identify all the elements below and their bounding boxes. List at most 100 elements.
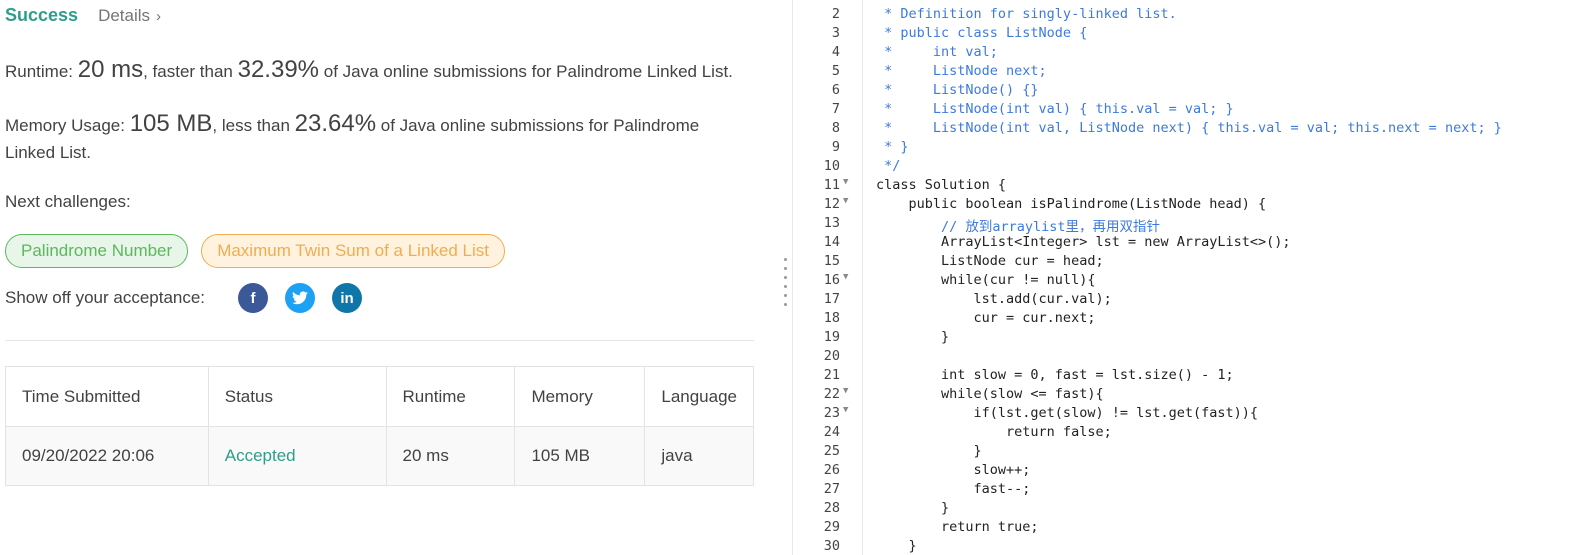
code-text: int slow = 0, fast = lst.size() - 1; [876,367,1234,383]
cell-runtime: 20 ms [385,426,516,486]
details-link[interactable]: Details › [98,6,161,26]
code-text: return true; [876,519,1039,535]
code-line[interactable]: 11 ▼ class Solution { [793,177,1576,196]
line-number: 10 [823,158,840,174]
cell-time: 09/20/2022 20:06 [5,426,209,486]
fold-arrow-icon[interactable]: ▼ [843,405,848,415]
next-challenges-label: Next challenges: [5,192,131,211]
code-text: while(slow <= fast){ [876,386,1104,402]
code-text: * ListNode() {} [876,82,1039,98]
challenge-palindrome-number[interactable]: Palindrome Number [5,234,189,268]
code-line[interactable]: 15 ListNode cur = head; [793,253,1576,272]
twitter-icon[interactable] [285,283,316,313]
code-line[interactable]: 10 */ [793,158,1576,177]
code-line[interactable]: 3 * public class ListNode { [793,25,1576,44]
code-line[interactable]: 18 cur = cur.next; [793,310,1576,329]
line-number: 9 [831,139,840,155]
code-line[interactable]: 4 * int val; [793,44,1576,63]
code-text: } [876,500,950,516]
code-line[interactable]: 2 * Definition for singly-linked list. [793,6,1576,25]
share-row: Show off your acceptance: f in [5,283,363,313]
code-line[interactable]: 8 * ListNode(int val, ListNode next) { t… [793,120,1576,139]
line-number: 27 [823,481,840,497]
runtime-tail: of Java online submissions for Palindrom… [319,62,733,81]
fold-arrow-icon[interactable]: ▼ [843,196,848,206]
line-number: 8 [831,120,840,136]
memory-value: 105 MB [129,110,213,137]
memory-percent: 23.64% [294,110,377,137]
twitter-bird-glyph [292,291,309,305]
code-line[interactable]: 29 return true; [793,519,1576,538]
runtime-percent: 32.39% [237,56,320,83]
line-number: 5 [831,63,840,79]
linkedin-icon[interactable]: in [332,283,363,313]
line-number: 17 [823,291,840,307]
code-line[interactable]: 9 * } [793,139,1576,158]
line-number: 25 [823,443,840,459]
code-text: if(lst.get(slow) != lst.get(fast)){ [876,405,1259,421]
line-number: 15 [823,253,840,269]
line-number: 14 [823,234,840,250]
line-number: 24 [823,424,840,440]
cell-language: java [644,426,754,486]
code-text: * ListNode(int val) { this.val = val; } [876,101,1234,117]
code-line[interactable]: 21 int slow = 0, fast = lst.size() - 1; [793,367,1576,386]
code-text: fast--; [876,481,1031,497]
code-text: ArrayList<Integer> lst = new ArrayList<>… [876,234,1291,250]
code-text: * public class ListNode { [876,25,1088,41]
code-line[interactable]: 30 } [793,538,1576,555]
line-number: 19 [823,329,840,345]
code-line[interactable]: 19 } [793,329,1576,348]
code-text: cur = cur.next; [876,310,1096,326]
code-line[interactable]: 25 } [793,443,1576,462]
header-memory: Memory [514,366,646,427]
header-time-submitted: Time Submitted [5,366,209,427]
code-text: * ListNode(int val, ListNode next) { thi… [876,120,1502,136]
line-number: 22 [823,386,840,402]
code-text: } [876,443,982,459]
memory-tail: of Java online submissions for Palindrom… [376,116,700,135]
code-line[interactable]: 5 * ListNode next; [793,63,1576,82]
code-editor[interactable]: 2 * Definition for singly-linked list. 3 … [793,0,1576,555]
code-line[interactable]: 26 slow++; [793,462,1576,481]
challenge-max-twin-sum[interactable]: Maximum Twin Sum of a Linked List [201,234,505,268]
code-line[interactable]: 23 ▼ if(lst.get(slow) != lst.get(fast)){ [793,405,1576,424]
runtime-mid: , faster than [143,62,238,81]
code-line[interactable]: 24 return false; [793,424,1576,443]
table-header-row: Time Submitted Status Runtime Memory Lan… [5,366,754,427]
line-number: 21 [823,367,840,383]
line-number: 13 [823,215,840,231]
code-line[interactable]: 7 * ListNode(int val) { this.val = val; … [793,101,1576,120]
code-text: while(cur != null){ [876,272,1096,288]
code-line[interactable]: 28 } [793,500,1576,519]
code-line[interactable]: 16 ▼ while(cur != null){ [793,272,1576,291]
code-line[interactable]: 13 // 放到arraylist里，再用双指针 [793,215,1576,235]
line-number: 29 [823,519,840,535]
memory-summary: Memory Usage: 105 MB, less than 23.64% o… [5,110,699,166]
line-number: 26 [823,462,840,478]
fold-arrow-icon[interactable]: ▼ [843,272,848,282]
fold-arrow-icon[interactable]: ▼ [843,386,848,396]
line-number: 3 [831,25,840,41]
code-line[interactable]: 27 fast--; [793,481,1576,500]
cell-status-link[interactable]: Accepted [207,426,387,486]
code-line[interactable]: 17 lst.add(cur.val); [793,291,1576,310]
line-number: 23 [823,405,840,421]
splitter-grip-icon[interactable] [784,258,787,312]
line-number: 20 [823,348,840,364]
code-line[interactable]: 22 ▼ while(slow <= fast){ [793,386,1576,405]
status-success: Success [5,5,79,25]
code-text: class Solution { [876,177,1007,193]
header-language: Language [644,366,754,427]
line-number: 18 [823,310,840,326]
code-line[interactable]: 12 ▼ public boolean isPalindrome(ListNode… [793,196,1576,215]
chevron-right-icon: › [156,8,162,25]
code-text: // 放到arraylist里，再用双指针 [876,219,1161,235]
code-line[interactable]: 14 ArrayList<Integer> lst = new ArrayLis… [793,234,1576,253]
facebook-icon[interactable]: f [238,283,269,313]
code-line[interactable]: 20 [793,348,1576,367]
line-number: 30 [823,538,840,554]
code-line[interactable]: 6 * ListNode() {} [793,82,1576,101]
fold-arrow-icon[interactable]: ▼ [843,177,848,187]
memory-label: Memory Usage: [5,116,130,135]
